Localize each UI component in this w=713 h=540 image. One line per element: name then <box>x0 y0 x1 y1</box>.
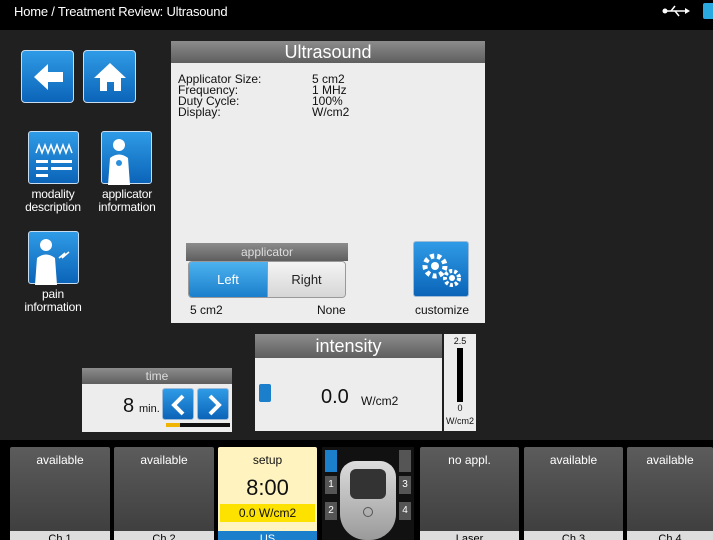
chevron-right-icon <box>208 394 222 416</box>
channel-time: 8:00 <box>246 475 289 500</box>
channel-laser[interactable]: no appl. Laser <box>420 447 519 540</box>
channel-3[interactable]: available Ch 3 <box>524 447 623 540</box>
chevron-left-icon <box>171 394 185 416</box>
channel-footer: Ch 1 <box>10 531 110 540</box>
intensity-meter: 2.5 0 W/cm2 <box>444 334 476 431</box>
device-icon <box>340 461 396 540</box>
device-knob <box>363 507 373 517</box>
home-icon <box>94 63 126 91</box>
back-button[interactable] <box>21 50 74 103</box>
time-value: 8 <box>123 395 135 417</box>
time-increase-button[interactable] <box>197 388 229 420</box>
panel-title: Ultrasound <box>171 41 485 63</box>
channel-status: available <box>646 453 694 467</box>
applicator-right-button[interactable]: Right <box>267 262 345 297</box>
usb-icon <box>662 5 690 17</box>
channel-footer: Laser <box>420 531 519 540</box>
breadcrumb: Home / Treatment Review: Ultrasound <box>0 0 713 30</box>
pain-information-label: pain information <box>24 287 82 314</box>
time-progress-fill <box>166 423 180 427</box>
device-screen <box>350 469 386 499</box>
intensity-title: intensity <box>255 334 442 358</box>
back-arrow-icon <box>34 64 63 90</box>
meter-bar <box>457 348 463 402</box>
waveform-icon <box>35 142 73 177</box>
ultrasound-panel: Ultrasound Applicator Size: 5 cm2 Freque… <box>171 41 485 323</box>
customize-button[interactable] <box>413 241 469 297</box>
ultrasound-head-icon <box>259 384 271 402</box>
slot-2: 2 <box>325 502 337 520</box>
applicator-toggle: Left Right <box>188 261 346 298</box>
channel-status: no appl. <box>448 453 491 467</box>
device-graphic: 1 2 3 4 <box>322 447 414 540</box>
gears-icon <box>422 253 461 287</box>
modality-description-button[interactable] <box>28 131 79 184</box>
applicator-information-button[interactable] <box>101 131 152 185</box>
slot-1: 1 <box>325 476 337 494</box>
meter-max: 2.5 <box>453 336 467 346</box>
channel-status: available <box>36 453 84 467</box>
left-applicator-size: 5 cm2 <box>190 303 223 317</box>
body-pain-icon <box>35 239 70 285</box>
ultrasound-slot-icon <box>325 450 337 472</box>
channel-1[interactable]: available Ch 1 <box>10 447 110 540</box>
channel-footer: Ch 2 <box>114 531 214 540</box>
channel-intensity: 0.0 W/cm2 <box>220 504 315 522</box>
home-button[interactable] <box>83 50 136 103</box>
channel-status: available <box>140 453 188 467</box>
intensity-unit: W/cm2 <box>361 394 399 408</box>
applicator-left-button[interactable]: Left <box>189 262 267 297</box>
channel-2[interactable]: available Ch 2 <box>114 447 214 540</box>
right-applicator-size: None <box>317 303 346 317</box>
applicator-information-label: applicator information <box>98 187 156 214</box>
time-unit: min. <box>139 403 160 415</box>
meter-min: 0 <box>457 403 463 413</box>
applicator-title: applicator <box>186 243 348 261</box>
channel-4[interactable]: available Ch 4 <box>627 447 713 540</box>
channel-ultrasound[interactable]: setup 8:00 0.0 W/cm2 US <box>218 447 317 540</box>
time-title: time <box>82 368 232 384</box>
pain-information-button[interactable] <box>28 231 79 285</box>
channel-footer: Ch 3 <box>524 531 623 540</box>
param-value: W/cm2 <box>312 105 350 119</box>
slot-4: 4 <box>399 502 411 520</box>
time-decrease-button[interactable] <box>162 388 194 420</box>
meter-unit: W/cm2 <box>446 416 474 426</box>
intensity-panel[interactable]: intensity 0.0 W/cm2 <box>255 334 442 431</box>
slot-3: 3 <box>399 476 411 494</box>
channel-footer: US <box>218 531 317 540</box>
ultrasound-slot-icon <box>399 450 411 472</box>
channel-footer: Ch 4 <box>627 531 713 540</box>
param-label: Display: <box>178 105 221 119</box>
body-applicator-icon <box>108 139 130 185</box>
time-progress-track <box>180 423 230 427</box>
intensity-value: 0.0 <box>321 386 349 408</box>
channel-status: setup <box>252 453 283 467</box>
battery-icon <box>703 3 713 19</box>
customize-label: customize <box>414 303 470 317</box>
time-panel: time 8 min. <box>82 368 232 432</box>
channel-status: available <box>549 453 598 467</box>
